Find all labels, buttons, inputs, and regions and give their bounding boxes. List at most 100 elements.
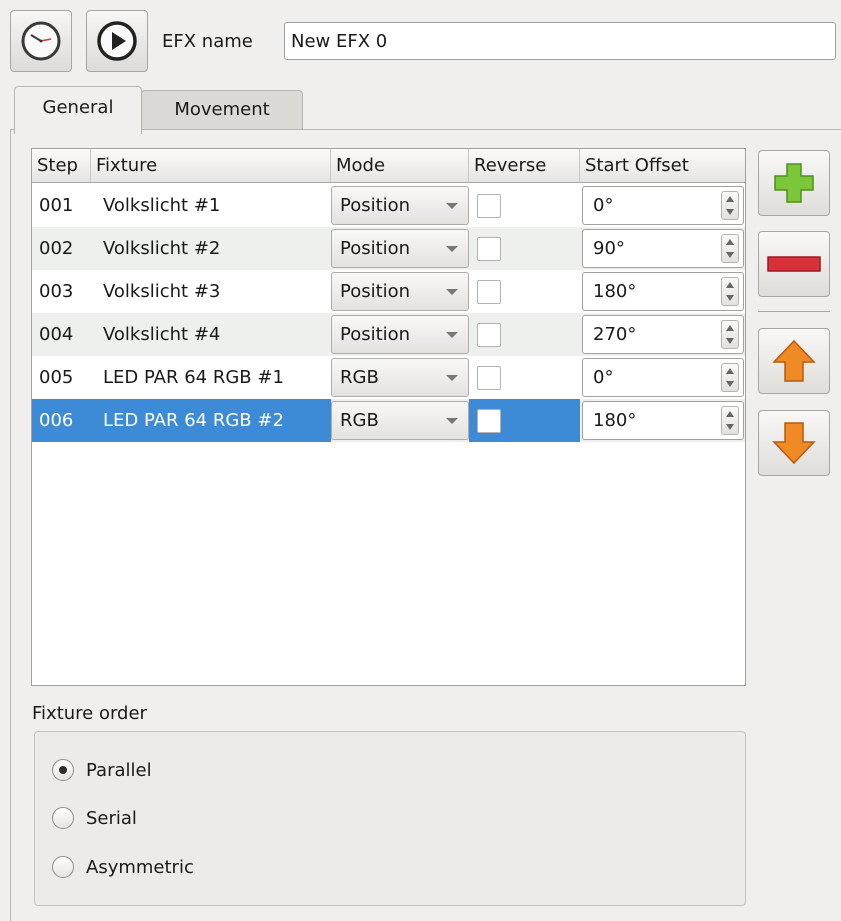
fixture-cell[interactable]: LED PAR 64 RGB #1 [91, 356, 331, 399]
arrow-down-icon [772, 422, 816, 465]
spin-buttons[interactable] [721, 277, 739, 306]
spin-down-icon[interactable] [726, 252, 734, 258]
remove-icon [767, 256, 821, 272]
column-header-step[interactable]: Step [32, 149, 91, 183]
mode-combobox[interactable]: Position [331, 272, 469, 311]
column-header-reverse[interactable]: Reverse [469, 149, 580, 183]
reverse-cell [469, 270, 580, 313]
step-cell[interactable]: 001 [32, 184, 91, 227]
table-row[interactable]: 002 Volkslicht #2 Position 90° [32, 227, 745, 270]
spin-buttons[interactable] [721, 363, 739, 392]
reverse-checkbox[interactable] [477, 237, 501, 261]
tab-movement[interactable]: Movement [141, 90, 303, 130]
spin-up-icon[interactable] [726, 239, 734, 245]
reverse-checkbox[interactable] [477, 194, 501, 218]
radio-label-asymmetric: Asymmetric [86, 856, 194, 878]
start-offset-value: 0° [593, 367, 614, 388]
mode-value: Position [340, 195, 411, 216]
reverse-cell [469, 227, 580, 270]
fixture-cell[interactable]: Volkslicht #2 [91, 227, 331, 270]
add-fixture-button[interactable] [758, 150, 830, 216]
start-offset-spinbox[interactable]: 90° [582, 229, 744, 268]
spin-down-icon[interactable] [726, 381, 734, 387]
play-icon [97, 21, 137, 61]
table-row[interactable]: 004 Volkslicht #4 Position 270° [32, 313, 745, 356]
tab-general[interactable]: General [14, 86, 142, 134]
radio-indicator-asymmetric[interactable] [52, 856, 74, 878]
mode-combobox[interactable]: Position [331, 315, 469, 354]
mode-value: Position [340, 238, 411, 259]
reverse-checkbox[interactable] [477, 323, 501, 347]
radio-indicator-parallel[interactable] [52, 759, 74, 781]
fixture-table[interactable]: Step Fixture Mode Reverse Start Offset 0… [31, 148, 746, 686]
table-row[interactable]: 001 Volkslicht #1 Position 0° [32, 184, 745, 227]
radio-label-parallel: Parallel [86, 759, 152, 781]
step-cell[interactable]: 004 [32, 313, 91, 356]
reverse-checkbox[interactable] [477, 366, 501, 390]
start-offset-spinbox[interactable]: 0° [582, 186, 744, 225]
fixture-cell[interactable]: Volkslicht #3 [91, 270, 331, 313]
spin-down-icon[interactable] [726, 295, 734, 301]
column-header-start-offset[interactable]: Start Offset [580, 149, 745, 183]
remove-fixture-button[interactable] [758, 231, 830, 297]
spin-up-icon[interactable] [726, 411, 734, 417]
reverse-cell [469, 313, 580, 356]
reverse-checkbox[interactable] [477, 280, 501, 304]
mode-value: RGB [340, 367, 379, 388]
arrow-up-icon [772, 339, 816, 382]
mode-value: Position [340, 324, 411, 345]
spin-up-icon[interactable] [726, 196, 734, 202]
fixture-cell[interactable]: Volkslicht #1 [91, 184, 331, 227]
speed-dial-button[interactable] [10, 10, 72, 72]
start-offset-value: 270° [593, 324, 637, 345]
reverse-cell [469, 184, 580, 227]
start-offset-spinbox[interactable]: 270° [582, 315, 744, 354]
step-cell[interactable]: 002 [32, 227, 91, 270]
step-cell[interactable]: 005 [32, 356, 91, 399]
radio-parallel[interactable]: Parallel [52, 756, 152, 784]
chevron-down-icon [446, 289, 458, 295]
step-cell[interactable]: 003 [32, 270, 91, 313]
radio-serial[interactable]: Serial [52, 804, 137, 832]
mode-value: Position [340, 281, 411, 302]
test-play-button[interactable] [86, 10, 148, 72]
reverse-checkbox[interactable] [477, 409, 501, 433]
fixture-cell[interactable]: Volkslicht #4 [91, 313, 331, 356]
chevron-down-icon [446, 246, 458, 252]
efx-name-input[interactable] [284, 22, 836, 60]
table-row[interactable]: 003 Volkslicht #3 Position 180° [32, 270, 745, 313]
start-offset-spinbox[interactable]: 180° [582, 401, 744, 440]
spin-up-icon[interactable] [726, 325, 734, 331]
spin-down-icon[interactable] [726, 338, 734, 344]
spin-up-icon[interactable] [726, 368, 734, 374]
spin-buttons[interactable] [721, 234, 739, 263]
table-row[interactable]: 006 LED PAR 64 RGB #2 RGB 180° [32, 399, 745, 442]
spin-buttons[interactable] [721, 406, 739, 435]
lower-fixture-button[interactable] [758, 410, 830, 476]
table-row[interactable]: 005 LED PAR 64 RGB #1 RGB 0° [32, 356, 745, 399]
column-header-fixture[interactable]: Fixture [91, 149, 331, 183]
chevron-down-icon [446, 375, 458, 381]
spin-down-icon[interactable] [726, 209, 734, 215]
spin-buttons[interactable] [721, 191, 739, 220]
mode-combobox[interactable]: Position [331, 229, 469, 268]
mode-combobox[interactable]: Position [331, 186, 469, 225]
chevron-down-icon [446, 203, 458, 209]
spin-buttons[interactable] [721, 320, 739, 349]
efx-name-label: EFX name [162, 31, 253, 52]
fixture-cell[interactable]: LED PAR 64 RGB #2 [91, 399, 331, 442]
column-header-mode[interactable]: Mode [331, 149, 469, 183]
start-offset-value: 180° [593, 410, 637, 431]
spin-up-icon[interactable] [726, 282, 734, 288]
start-offset-value: 0° [593, 195, 614, 216]
fixture-order-label: Fixture order [32, 703, 147, 724]
start-offset-spinbox[interactable]: 180° [582, 272, 744, 311]
radio-asymmetric[interactable]: Asymmetric [52, 853, 194, 881]
spin-down-icon[interactable] [726, 424, 734, 430]
step-cell[interactable]: 006 [32, 399, 91, 442]
raise-fixture-button[interactable] [758, 328, 830, 394]
mode-combobox[interactable]: RGB [331, 401, 469, 440]
start-offset-spinbox[interactable]: 0° [582, 358, 744, 397]
mode-combobox[interactable]: RGB [331, 358, 469, 397]
radio-indicator-serial[interactable] [52, 807, 74, 829]
